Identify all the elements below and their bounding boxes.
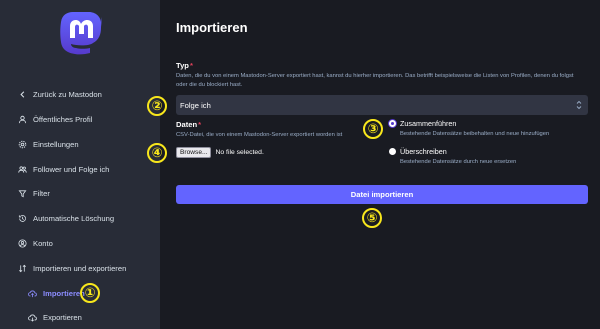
filter-icon	[18, 189, 27, 198]
gear-icon	[18, 140, 27, 149]
import-submit-button[interactable]: Datei importieren	[176, 185, 588, 204]
sidebar-item-label: Follower und Folge ich	[33, 164, 110, 174]
sidebar-item-auto-delete[interactable]: Automatische Löschung	[18, 211, 114, 225]
sidebar-item-import-export[interactable]: Importieren und exportieren	[18, 261, 126, 275]
sidebar-item-label: Importieren und exportieren	[33, 263, 127, 273]
sidebar-item-settings[interactable]: Einstellungen	[18, 137, 79, 151]
user-circle-icon	[18, 238, 27, 248]
import-export-icon	[18, 264, 27, 273]
data-field-label: Daten*	[176, 120, 202, 129]
select-caret-icon	[576, 100, 582, 110]
radio-overwrite[interactable]	[389, 148, 396, 155]
file-input[interactable]: Browse... No file selected.	[176, 147, 264, 158]
callout-3: ③	[363, 119, 383, 139]
sidebar-item-export[interactable]: Exportieren	[28, 310, 82, 324]
file-status: No file selected.	[215, 149, 264, 156]
callout-2: ②	[147, 96, 167, 116]
sidebar-item-label: Zurück zu Mastodon	[33, 89, 102, 99]
sidebar-item-follows[interactable]: Follower und Folge ich	[18, 162, 109, 176]
sidebar-item-label: Automatische Löschung	[33, 213, 115, 223]
sidebar-item-label: Filter	[33, 188, 50, 198]
sidebar-item-label: Konto	[33, 238, 53, 248]
type-select-value: Folge ich	[180, 100, 211, 110]
radio-overwrite-label[interactable]: Überschreiben	[400, 147, 447, 156]
main-content: Importieren Typ* Daten, die du von einem…	[147, 0, 600, 329]
type-select[interactable]: Folge ich	[176, 95, 588, 115]
sidebar-item-import[interactable]: Importieren	[28, 286, 85, 300]
history-icon	[18, 214, 27, 223]
callout-1: ①	[80, 283, 100, 303]
required-mark: *	[198, 120, 202, 129]
sidebar-item-filter[interactable]: Filter	[18, 186, 50, 200]
chevron-left-icon	[18, 90, 27, 99]
sidebar-item-label: Importieren	[43, 288, 85, 298]
type-field-label: Typ*	[176, 61, 193, 70]
sidebar: Zurück zu Mastodon Öffentliches Profil E…	[0, 0, 160, 329]
cloud-download-icon	[28, 313, 37, 322]
radio-merge-label[interactable]: Zusammenführen	[400, 119, 456, 128]
mastodon-logo[interactable]	[59, 12, 103, 58]
users-icon	[18, 165, 27, 174]
sidebar-item-account[interactable]: Konto	[18, 236, 53, 250]
radio-merge[interactable]	[389, 120, 396, 127]
sidebar-item-label: Exportieren	[43, 312, 82, 322]
radio-overwrite-hint: Bestehende Datensätze durch neue ersetze…	[400, 159, 517, 165]
browse-button[interactable]: Browse...	[176, 147, 212, 158]
type-field-hint: Daten, die du von einem Mastodon-Server …	[176, 73, 574, 88]
callout-4: ④	[147, 143, 167, 163]
person-icon	[18, 115, 27, 124]
sidebar-item-label: Einstellungen	[33, 139, 79, 149]
data-field-hint: CSV-Datei, die von einem Mastodon-Server…	[176, 132, 343, 138]
radio-merge-hint: Bestehende Datensätze beibehalten und ne…	[400, 131, 550, 137]
sidebar-item-label: Öffentliches Profil	[33, 114, 93, 124]
cloud-upload-icon	[28, 289, 37, 298]
sidebar-item-public-profile[interactable]: Öffentliches Profil	[18, 112, 92, 126]
callout-5: ⑤	[362, 208, 382, 228]
sidebar-item-back[interactable]: Zurück zu Mastodon	[18, 87, 102, 101]
required-mark: *	[189, 61, 193, 70]
page-title: Importieren	[176, 20, 248, 35]
